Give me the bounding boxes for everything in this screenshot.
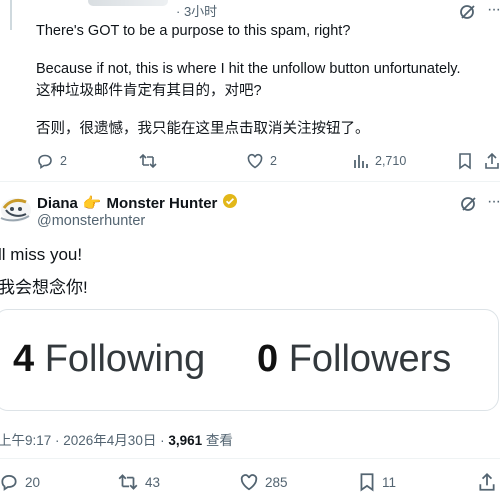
bookmark-button[interactable] (457, 152, 473, 170)
heart-icon (247, 153, 263, 169)
media-card[interactable]: 4 Following 0 Followers (0, 309, 499, 411)
share-icon (485, 152, 499, 169)
reply-button[interactable]: 2 (36, 152, 67, 170)
post-time[interactable]: 上午9:17 · 2026年4月30日 · (0, 433, 168, 448)
tweet-actions: 2 2 2,710 (0, 152, 500, 174)
tweet-actions: 20 43 285 11 (0, 472, 500, 494)
reply-icon (38, 154, 52, 169)
tweet-text-line-1: There's GOT to be a purpose to this spam… (36, 23, 351, 39)
author-last-name: Monster Hunter (106, 194, 218, 212)
repost-count: 43 (145, 474, 161, 490)
author-first-name: Diana (37, 194, 78, 212)
following-count: 4 (13, 338, 35, 380)
thread-line (10, 0, 12, 30)
bookmark-button[interactable]: 11 (358, 472, 396, 492)
more-options-icon[interactable]: ··· (487, 193, 500, 211)
author-name[interactable]: Diana 👉 Monster Hunter (37, 193, 238, 213)
tweet-text-line-4: 否则，很遗憾，我只能在这里点击取消关注按钮了。 (36, 121, 370, 137)
repost-icon (139, 153, 157, 169)
tweet-meta: 上午9:17 · 2026年4月30日 · 3,961 查看 (0, 429, 233, 449)
followers-count: 0 (257, 338, 279, 380)
quoted-tweet[interactable]: · 3小时 ··· There's GOT to be a purpose to… (0, 0, 500, 180)
like-button[interactable]: 285 (239, 472, 288, 492)
views-icon (354, 155, 368, 168)
truncated-author-name (88, 0, 168, 6)
like-count: 285 (265, 474, 288, 490)
reply-icon (1, 474, 17, 491)
more-options-icon[interactable]: ··· (487, 1, 500, 19)
following-label: Following (44, 338, 206, 380)
tweet-text-line-2: 我会想念你! (0, 278, 88, 297)
like-button[interactable]: 2 (246, 152, 277, 170)
divider (0, 181, 500, 182)
share-button[interactable] (478, 472, 496, 492)
followers-stat: 0 Followers (257, 338, 451, 381)
grok-icon[interactable] (460, 195, 478, 218)
pointing-hand-emoji: 👉 (82, 195, 102, 212)
reply-button[interactable]: 20 (0, 472, 40, 492)
share-icon (479, 472, 495, 491)
bookmark-icon (360, 473, 374, 492)
views-button[interactable]: 2,710 (353, 152, 406, 170)
like-count: 2 (270, 154, 277, 168)
tweet-time[interactable]: · 3小时 (176, 1, 217, 20)
heart-icon (240, 474, 258, 491)
grok-icon[interactable] (459, 3, 477, 26)
bookmark-icon (459, 153, 471, 170)
share-button[interactable] (484, 152, 500, 170)
views-label: 查看 (202, 433, 233, 448)
avatar[interactable] (0, 190, 32, 226)
author-handle[interactable]: @monsterhunter (37, 213, 145, 229)
followers-label: Followers (288, 338, 452, 380)
tweet-text-line-3: 这种垃圾邮件肯定有其目的，对吧? (36, 83, 262, 99)
tweet-text-line-2: Because if not, this is where I hit the … (36, 61, 461, 77)
tweet-text-line-1: ll miss you! (0, 245, 83, 264)
view-count: 3,961 (168, 433, 203, 448)
repost-icon (118, 474, 138, 490)
reply-count: 20 (25, 474, 41, 490)
view-count: 2,710 (375, 154, 407, 168)
bookmark-count: 11 (382, 474, 397, 490)
verified-badge-icon (222, 193, 238, 213)
reply-count: 2 (60, 154, 67, 168)
repost-button[interactable] (138, 152, 158, 170)
following-stat: 4 Following (13, 338, 205, 381)
repost-button[interactable]: 43 (117, 472, 160, 492)
divider (0, 458, 500, 459)
